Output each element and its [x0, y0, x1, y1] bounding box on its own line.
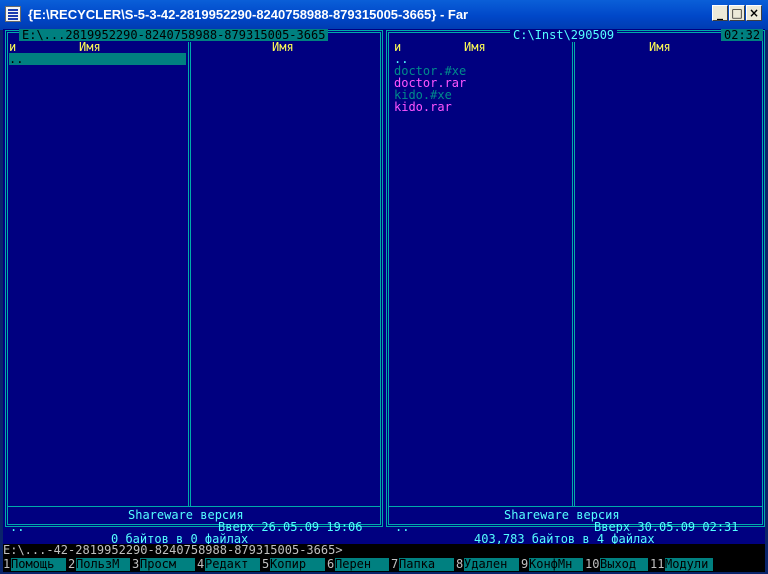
far-window: {E:\RECYCLER\S-5-3-42-2819952290-8240758… [0, 0, 768, 574]
fkey-number: 5 [262, 557, 270, 571]
fkey-label: Папка [399, 558, 454, 571]
fkey-label: Выход [600, 558, 648, 571]
left-panel-frame [5, 30, 383, 527]
clock: 02:32 [721, 29, 764, 41]
left-col2-header[interactable]: Имя [79, 41, 101, 53]
left-col3-header[interactable]: Имя [272, 41, 294, 53]
fkey-label: КонфМн [529, 558, 583, 571]
maximize-button[interactable]: □ [729, 5, 745, 21]
fkey-8-button[interactable]: 8 Удален [456, 558, 519, 571]
fkey-2-button[interactable]: 2 ПользМ [68, 558, 130, 571]
window-title: {E:\RECYCLER\S-5-3-42-2819952290-8240758… [28, 7, 469, 22]
command-line[interactable]: E:\...-42-2819952290-8240758988-87931500… [3, 544, 765, 557]
right-column-divider [572, 42, 575, 506]
fkey-number: 2 [68, 557, 76, 571]
fkey-label: ПользМ [76, 558, 130, 571]
fkey-number: 4 [197, 557, 205, 571]
fkey-6-button[interactable]: 6 Перен [327, 558, 389, 571]
left-column-divider [188, 42, 191, 506]
maximize-icon: □ [731, 6, 743, 20]
fkey-11-button[interactable]: 11 Модули [650, 558, 713, 571]
fkey-5-button[interactable]: 5 Копир [262, 558, 325, 571]
fkey-label: Удален [464, 558, 519, 571]
right-file-item[interactable]: kido.rar [394, 101, 452, 113]
fkey-number: 6 [327, 557, 335, 571]
fkey-3-button[interactable]: 3 Просм [132, 558, 195, 571]
far-app-icon[interactable] [5, 6, 21, 22]
left-file-item[interactable]: .. [9, 53, 23, 65]
right-panel-path[interactable]: C:\Inst\290509 [510, 29, 618, 41]
close-icon: × [748, 6, 760, 20]
fkey-label: Копир [270, 558, 325, 571]
right-col3-header[interactable]: Имя [649, 41, 671, 53]
fkey-number: 9 [521, 557, 529, 571]
minimize-button[interactable]: _ [712, 5, 728, 21]
fkey-number: 8 [456, 557, 464, 571]
left-status-name: .. [10, 520, 25, 534]
console-area: E:\...2819952290-8240758988-879315005-36… [3, 29, 765, 572]
fkey-number: 11 [650, 557, 665, 571]
close-button[interactable]: × [746, 5, 762, 21]
left-selection-cursor [9, 53, 186, 65]
fkey-9-button[interactable]: 9 КонфМн [521, 558, 583, 571]
minimize-icon: _ [717, 6, 723, 20]
right-status-name: .. [395, 520, 410, 534]
function-key-bar: 1 Помощь 2 ПользМ 3 Просм 4 Редакт 5 Копир 6 Перен 7… [3, 557, 765, 572]
fkey-label: Помощь [11, 558, 66, 571]
fkey-4-button[interactable]: 4 Редакт [197, 558, 260, 571]
fkey-1-button[interactable]: 1 Помощь [3, 558, 66, 571]
fkey-10-button[interactable]: 10 Выход [585, 558, 648, 571]
title-bar[interactable]: {E:\RECYCLER\S-5-3-42-2819952290-8240758… [0, 0, 768, 30]
command-prompt: E:\...-42-2819952290-8240758988-87931500… [3, 543, 343, 557]
right-col2-header[interactable]: Имя [464, 41, 486, 53]
fkey-number: 3 [132, 557, 140, 571]
fkey-label: Просм [140, 558, 195, 571]
fkey-number: 1 [3, 557, 11, 571]
fkey-number: 10 [585, 557, 600, 571]
fkey-label: Модули [665, 558, 713, 571]
fkey-7-button[interactable]: 7 Папка [391, 558, 454, 571]
fkey-label: Перен [335, 558, 389, 571]
fkey-label: Редакт [205, 558, 260, 571]
fkey-number: 7 [391, 557, 399, 571]
